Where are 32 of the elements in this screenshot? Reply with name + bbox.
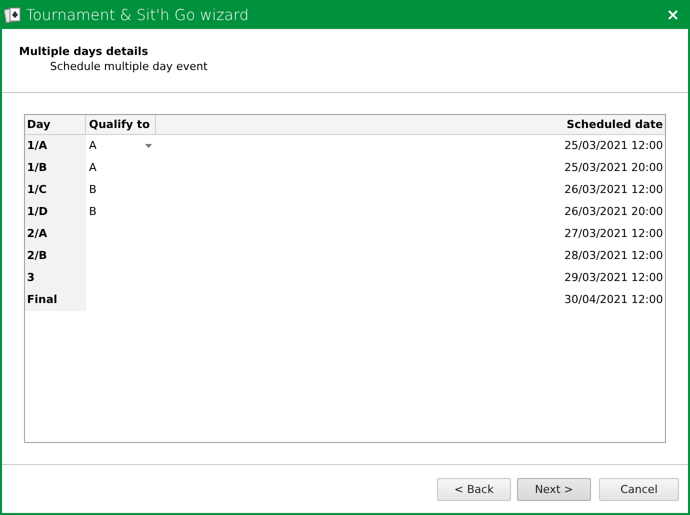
row-header-cell: 1/C [25,179,86,201]
window-title: Tournament & Sit'h Go wizard [26,6,250,24]
table-cell-text: 29/03/2021 12:00 [563,270,664,286]
table-cell-text: 27/03/2021 12:00 [563,226,664,242]
page-subtitle: Schedule multiple day event [49,60,209,73]
playing-cards-icon [4,6,22,24]
row-header-cell: 3 [25,267,86,289]
table-cell-text: A [88,160,98,176]
column-header[interactable]: Scheduled date [156,115,665,134]
page-title: Multiple days details [19,45,150,58]
column-header[interactable]: Qualify to [86,115,156,134]
row-header-cell: 1/D [25,201,86,223]
caret-icon[interactable] [145,144,152,148]
table-cell-text: 26/03/2021 12:00 [563,182,664,198]
dropdown-field[interactable]: A [86,135,156,157]
table-cell-text: 26/03/2021 20:00 [563,204,664,220]
row-header-cell: 2/A [25,223,86,245]
table-cell-text: B [88,204,98,220]
row-header-cell: 2/B [25,245,86,267]
row-header-cell: 1/A [25,135,86,157]
row-header-cell: 1/B [25,157,86,179]
wizard-button[interactable]: < Back [437,478,511,500]
table-cell-text: 30/04/2021 12:00 [563,292,664,308]
table-cell-text: 25/03/2021 20:00 [563,160,664,176]
table-cell-text: B [88,182,98,198]
table-cell-text: 28/03/2021 12:00 [563,248,664,264]
column-header[interactable]: Day [25,115,86,134]
row-header-cell: Final [25,289,86,311]
wizard-button[interactable]: Cancel [599,478,679,500]
table-cell-text: 25/03/2021 12:00 [563,138,664,154]
wizard-button[interactable]: Next > [517,478,591,500]
close-button[interactable]: × [658,2,688,26]
